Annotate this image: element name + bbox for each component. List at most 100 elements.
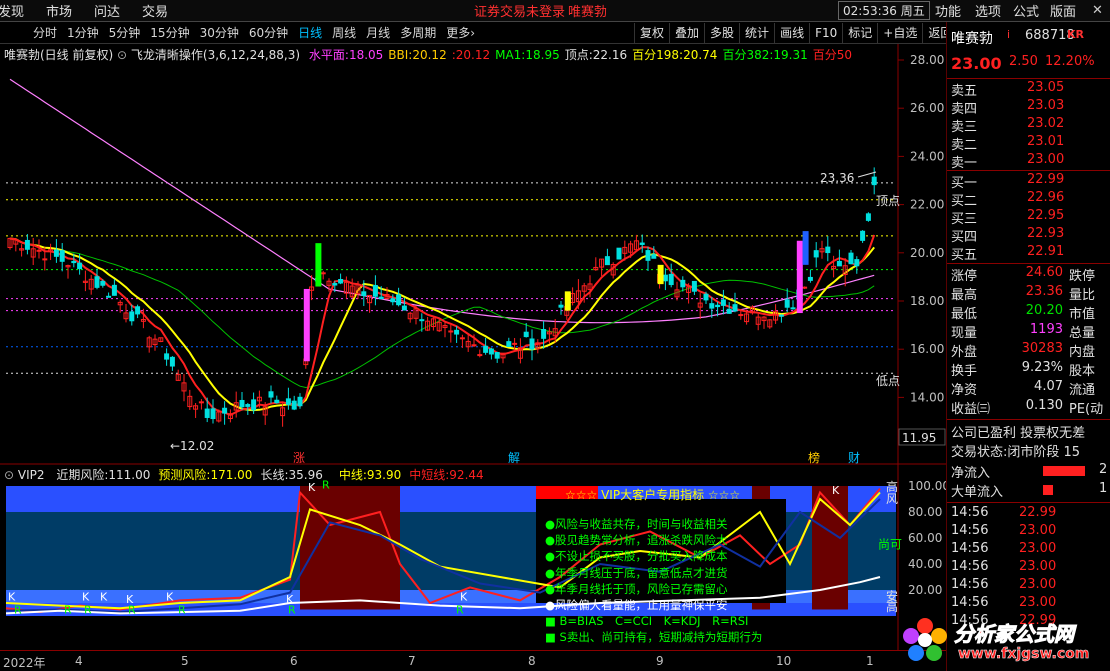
button-statistics[interactable]: 统计 <box>739 22 774 43</box>
stat-row: 净资 4.07 流通 <box>947 379 1110 398</box>
candle-body <box>651 254 657 259</box>
stat-value: 9.23% <box>1021 360 1063 375</box>
indicator-value: 22.16 <box>592 48 628 62</box>
axis-label: 28.00 <box>910 53 944 67</box>
candle-body <box>541 329 547 339</box>
axis-label: 14.00 <box>910 390 944 404</box>
date-label: 9 <box>656 654 664 668</box>
button-mark[interactable]: 标记 <box>842 22 877 43</box>
candle-body <box>604 256 610 266</box>
period-intraday[interactable]: 分时 <box>28 24 62 41</box>
menu-item-market[interactable]: 市场 <box>46 1 72 20</box>
low-price-label: ←12.02 <box>170 439 214 453</box>
menu-item-trade[interactable]: 交易 <box>142 1 168 20</box>
note-line: ●不设止损不买股，分批买入降成本 <box>545 549 728 564</box>
indicator-item: 百分198:20.74 <box>632 48 717 62</box>
bid-price: 22.91 <box>1027 244 1065 259</box>
vip-axis-label: 40.00 <box>908 557 942 571</box>
vip-axis-label: 60.00 <box>908 531 942 545</box>
stat-row: 最高 23.36 量比 <box>947 284 1110 303</box>
bid-price: 22.95 <box>1027 208 1065 223</box>
kline-chart-area[interactable]: 28.00 26.00 24.00 22.00 20.00 18.00 16.00 14.00… <box>0 44 946 650</box>
watermark-title: 分析家公式网 <box>954 622 1075 647</box>
quote-badge: KR <box>1067 28 1084 41</box>
vip-side-label: 风 <box>886 492 898 506</box>
candle-body <box>164 353 170 360</box>
menu-item-options[interactable]: 选项 <box>975 1 1001 20</box>
candle-body <box>662 274 668 282</box>
candle-body <box>239 399 245 408</box>
indicator-item: 水平面:18.05 <box>309 48 383 62</box>
period-60min[interactable]: 60分钟 <box>244 24 293 41</box>
date-label: 2022年 <box>3 656 46 670</box>
top-point-label: 顶点 <box>876 194 900 208</box>
candle-body <box>825 246 831 254</box>
candle-body <box>715 304 721 308</box>
candle-body <box>871 176 877 186</box>
candle-body <box>245 404 251 407</box>
candle-body <box>59 250 65 262</box>
menu-item-discover[interactable]: 发现 <box>0 1 24 20</box>
button-f10[interactable]: F10 <box>809 22 842 43</box>
tick-row: 14:56 22.99 <box>947 505 1110 523</box>
candle-body <box>372 285 378 297</box>
signal-candle <box>657 264 664 285</box>
stat-label-2: 内盘 <box>1069 345 1096 360</box>
period-15min[interactable]: 15分钟 <box>145 24 194 41</box>
formula-name[interactable]: 飞龙清晰操作(3,6,12,24,88,3) <box>131 48 300 62</box>
menu-item-formula[interactable]: 公式 <box>1013 1 1039 20</box>
stat-value: 0.130 <box>1025 398 1063 413</box>
stat-label: 换手 <box>951 364 978 379</box>
bid-row: 买一 22.99 <box>947 172 1110 191</box>
close-icon[interactable]: ✕ <box>1092 3 1103 18</box>
candle-body <box>865 213 871 221</box>
settings-circle-icon[interactable]: ⊙ <box>4 468 14 482</box>
period-weekly[interactable]: 周线 <box>327 24 361 41</box>
period-1min[interactable]: 1分钟 <box>62 24 104 41</box>
button-overlay[interactable]: 叠加 <box>669 22 704 43</box>
vip-k-marker: K <box>100 590 108 603</box>
event-marker-bang: 榜 <box>808 450 820 465</box>
period-more[interactable]: 更多› <box>441 24 480 41</box>
vip-title[interactable]: VIP2 <box>18 468 45 482</box>
menu-item-layout[interactable]: 版面 <box>1050 1 1076 20</box>
period-multi[interactable]: 多周期 <box>395 24 441 41</box>
settings-circle-icon[interactable]: ⊙ <box>117 48 127 62</box>
ask-price: 23.02 <box>1027 116 1065 131</box>
period-daily[interactable]: 日线 <box>293 24 327 41</box>
indicator-value: 18.95 <box>525 48 560 62</box>
button-draw-line[interactable]: 画线 <box>774 22 809 43</box>
button-multi-stock[interactable]: 多股 <box>704 22 739 43</box>
login-status[interactable]: 证券交易未登录 <box>474 1 565 20</box>
menu-item-wenda[interactable]: 问达 <box>94 1 120 20</box>
menu-bar: 发现 市场 问达 交易 证券交易未登录 唯赛勃 02:53:36 周五 功能 选… <box>0 0 1110 22</box>
vip-item: 中线:93.90 <box>339 468 401 482</box>
period-30min[interactable]: 30分钟 <box>195 24 244 41</box>
flow-value: 1 <box>1099 481 1108 496</box>
candle-body <box>477 354 483 357</box>
vip-item: 近期风险:111.00 <box>56 468 150 482</box>
watermark-logo: 分析家公式网 www.fxjgsw.com <box>900 613 1110 671</box>
button-add-watchlist[interactable]: +自选 <box>877 22 922 43</box>
vip-k-marker: K <box>308 481 316 494</box>
indicator-value: 20.74 <box>683 48 718 62</box>
candle-body <box>778 314 784 317</box>
menu-item-function[interactable]: 功能 <box>935 1 961 20</box>
ask-row: 卖三 23.02 <box>947 116 1110 135</box>
candle-body <box>53 249 59 257</box>
period-monthly[interactable]: 月线 <box>361 24 395 41</box>
ask-price: 23.03 <box>1027 98 1065 113</box>
flow-row: 净流入 2 <box>947 462 1110 481</box>
axis-label: 20.00 <box>910 246 944 260</box>
event-marker-jie: 解 <box>508 451 520 465</box>
quote-flag: i <box>1007 28 1011 41</box>
high-price-label: 23.36 <box>820 171 854 185</box>
tick-row: 14:56 23.00 <box>947 577 1110 595</box>
vip-axis-label: 20.00 <box>908 583 942 597</box>
period-5min[interactable]: 5分钟 <box>104 24 146 41</box>
note-line: ●风险与收益共存，时间与收益相关 <box>545 517 728 531</box>
button-restore-rights[interactable]: 复权 <box>634 22 669 43</box>
quote-price-row: 23.00 2.50 12.20% <box>947 54 1110 76</box>
tick-price: 23.00 <box>1019 577 1057 592</box>
stat-row: 涨停 24.60 跌停 <box>947 265 1110 284</box>
